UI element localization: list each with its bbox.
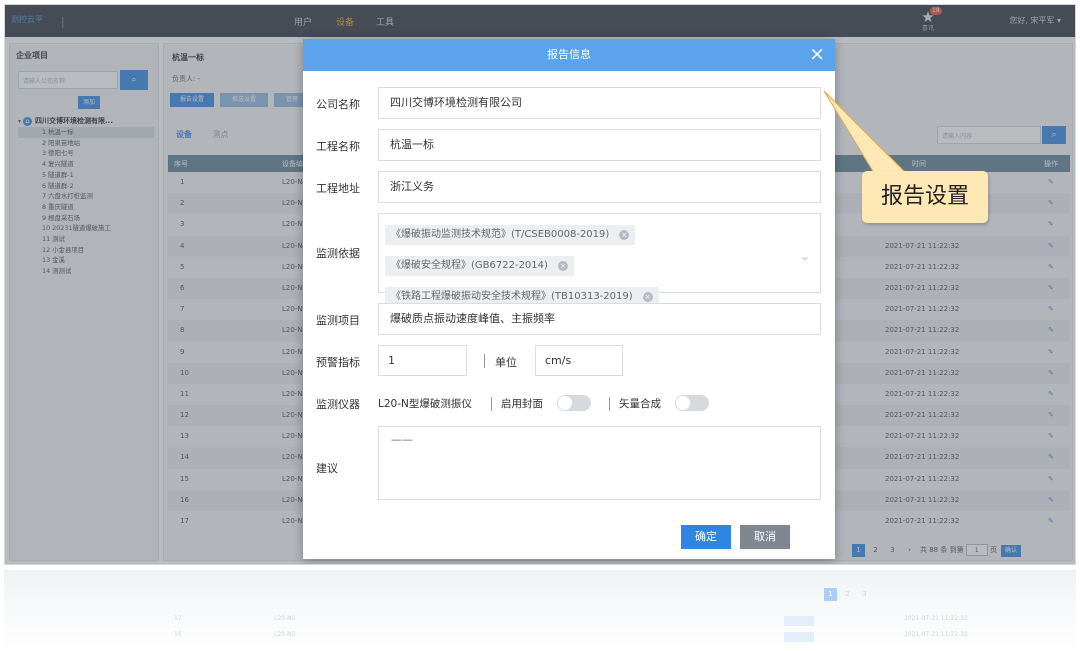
vector-synthesis-toggle[interactable] [675, 395, 709, 411]
toggle-knob [676, 396, 690, 410]
reflection-row: 17 L20-N2 2021-07-21 11:22:32 [174, 615, 968, 622]
basis-tag-label: 《爆破振动监测技术规范》(T/CSEB0008-2019) [391, 229, 610, 240]
warning-threshold-label: 预警指标 [316, 356, 360, 369]
instrument-value: L20-N型爆破测振仪 [378, 398, 472, 410]
reflection-row: 16 L20-N2 2021-07-21 11:22:32 [174, 631, 968, 638]
basis-tag-label: 《铁路工程爆破振动安全技术规程》(TB10313-2019) [391, 291, 633, 302]
reflection-tag [784, 632, 814, 642]
reflection-page: 2 [845, 590, 850, 598]
report-settings-callout: 报告设置 [862, 171, 988, 223]
warning-threshold-field[interactable]: 1 [378, 345, 467, 376]
close-icon[interactable]: × [809, 39, 825, 69]
divider [609, 397, 610, 411]
remove-tag-icon[interactable]: × [557, 261, 568, 271]
app-window: 测控云平 | 用户 设备 工具 ★ 18 喜讯 您好, 宋平军 ▾ 企业项目 请… [4, 4, 1076, 565]
cancel-button[interactable]: 取消 [740, 525, 790, 549]
vector-synthesis-label: 矢量合成 [619, 398, 661, 410]
screen-reflection: 12 3 17 L20-N2 2021-07-21 11:22:32 16 L20-N2… [4, 570, 1076, 651]
company-label: 公司名称 [316, 98, 360, 111]
reflection-pager: 12 3 [824, 588, 875, 601]
project-name-field[interactable]: 杭温一标 [378, 129, 821, 161]
toggle-knob [558, 396, 572, 410]
basis-tag: 《爆破安全规程》(GB6722-2014) × [385, 256, 574, 276]
divider [491, 397, 492, 411]
reflection-page: 3 [862, 590, 867, 598]
project-name-label: 工程名称 [316, 140, 360, 153]
basis-tag: 《爆破振动监测技术规范》(T/CSEB0008-2019) × [385, 225, 636, 245]
advice-label: 建议 [316, 462, 338, 475]
instrument-label: 监测仪器 [316, 398, 360, 411]
monitoring-items-label: 监测项目 [316, 314, 360, 327]
divider [484, 354, 485, 368]
advice-textarea[interactable]: —— [378, 426, 821, 500]
remove-tag-icon[interactable]: × [619, 230, 630, 240]
monitoring-items-field[interactable]: 爆破质点振动速度峰值、主振频率 [378, 303, 821, 335]
monitoring-basis-label: 监测依据 [316, 247, 360, 260]
cover-toggle[interactable] [557, 395, 591, 411]
reflection-page: 1 [824, 588, 837, 601]
confirm-button[interactable]: 确定 [681, 525, 731, 549]
dialog-header: 报告信息 × [303, 39, 835, 71]
dialog-title: 报告信息 [547, 48, 591, 61]
reflection-tag [784, 616, 814, 626]
project-address-label: 工程地址 [316, 182, 360, 195]
chevron-down-icon: ⌄ [799, 249, 810, 263]
unit-field[interactable]: cm/s [535, 345, 623, 376]
monitoring-basis-select[interactable]: 《爆破振动监测技术规范》(T/CSEB0008-2019) × 《爆破安全规程》(G… [378, 213, 821, 307]
project-address-field[interactable]: 浙江义务 [378, 171, 821, 203]
company-name-field[interactable]: 四川交博环境检测有限公司 [378, 87, 821, 119]
report-info-dialog: 报告信息 × 公司名称 四川交博环境检测有限公司 工程名称 杭温一标 工程地址 … [303, 39, 835, 559]
unit-label: 单位 [495, 356, 517, 369]
basis-tags: 《爆破振动监测技术规范》(T/CSEB0008-2019) × 《爆破安全规程》(G… [385, 219, 814, 312]
basis-tag-label: 《爆破安全规程》(GB6722-2014) [391, 260, 548, 271]
remove-tag-icon[interactable]: × [642, 292, 653, 302]
cover-label: 启用封面 [501, 398, 543, 410]
